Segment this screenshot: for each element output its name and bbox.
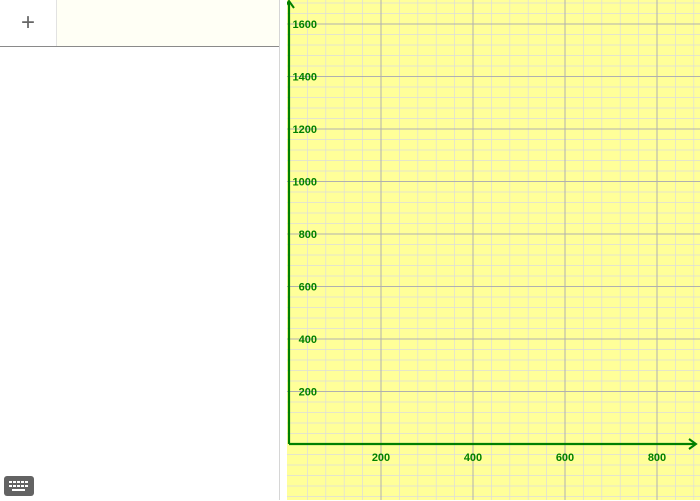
minor-grid — [287, 0, 700, 500]
x-tick-label: 800 — [648, 452, 666, 464]
x-tick-label: 400 — [464, 452, 482, 464]
x-tick-label: 200 — [372, 452, 390, 464]
graphics-view[interactable]: 200 400 600 800 200 400 600 800 1000 1200 1400 160… — [287, 0, 700, 500]
panel-splitter[interactable] — [279, 0, 287, 500]
x-axis-labels: 200 400 600 800 — [372, 452, 666, 464]
plus-icon: + — [20, 9, 35, 36]
y-tick-label: 200 — [299, 387, 317, 399]
add-item-button[interactable]: + — [0, 0, 57, 46]
y-tick-label: 1000 — [293, 177, 317, 189]
keyboard-button[interactable] — [4, 476, 34, 496]
x-tick-label: 600 — [556, 452, 574, 464]
y-tick-label: 1400 — [293, 72, 317, 84]
y-tick-label: 1600 — [293, 19, 317, 31]
y-tick-label: 800 — [299, 229, 317, 241]
major-grid — [287, 0, 700, 500]
y-axis-labels: 200 400 600 800 1000 1200 1400 1600 — [293, 19, 317, 399]
y-tick-label: 400 — [299, 334, 317, 346]
algebra-panel: + — [0, 0, 279, 500]
y-tick-label: 600 — [299, 282, 317, 294]
algebra-input-row[interactable]: + — [0, 0, 279, 47]
graph-canvas[interactable]: 200 400 600 800 200 400 600 800 1000 1200 1400 160… — [287, 0, 700, 500]
y-tick-label: 1200 — [293, 124, 317, 136]
keyboard-icon — [9, 481, 28, 491]
